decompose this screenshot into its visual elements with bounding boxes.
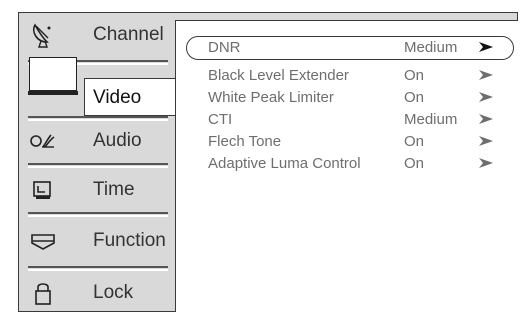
setting-name: White Peak Limiter [208,89,334,106]
setting-name: DNR [208,39,241,56]
setting-name: Flech Tone [208,133,282,150]
sidebar-item-video[interactable]: Video [84,78,180,116]
arrow-right-icon[interactable] [479,113,493,125]
video-settings-panel: DNR Medium Black Level Extender On White… [175,20,518,312]
divider [28,212,168,218]
setting-value[interactable]: Medium [404,111,457,128]
satellite-dish-icon [30,22,56,48]
arrow-right-icon[interactable] [479,69,493,81]
sidebar-item-time[interactable]: Time [18,171,175,209]
arrow-right-icon[interactable] [479,135,493,147]
setting-name: Adaptive Luma Control [208,155,361,172]
setting-value[interactable]: On [404,89,424,106]
setting-name: CTI [208,111,233,128]
sidebar-item-label: Function [93,230,166,251]
setting-value[interactable]: On [404,133,424,150]
sidebar-item-lock[interactable]: Lock [18,274,175,312]
sidebar-item-label: Channel [93,24,164,45]
sidebar-item-channel[interactable]: Channel [18,16,175,54]
setting-row[interactable]: White Peak Limiter On [176,89,519,107]
sidebar-item-audio[interactable]: Audio [18,122,175,160]
divider [28,266,168,272]
setting-value[interactable]: Medium [404,39,457,56]
setting-row[interactable]: CTI Medium [176,111,519,129]
function-icon [30,228,56,254]
sidebar-item-label: Video [93,87,142,108]
sidebar-item-label: Lock [93,282,134,303]
sidebar-item-function[interactable]: Function [18,222,175,260]
setting-row[interactable]: Black Level Extender On [176,67,519,85]
arrow-right-icon[interactable] [479,41,493,53]
sidebar-item-label: Audio [93,130,142,151]
setting-row[interactable]: Flech Tone On [176,133,519,151]
audio-icon [30,128,56,154]
setting-value[interactable]: On [404,155,424,172]
setting-row-dnr[interactable]: DNR Medium [176,36,519,60]
arrow-right-icon[interactable] [479,157,493,169]
sidebar: Channel Video Audio Time Function Lock [18,12,180,312]
tv-icon [28,57,78,95]
lock-icon [30,280,56,306]
setting-value[interactable]: On [404,67,424,84]
clock-icon [30,177,56,203]
divider [28,163,168,169]
sidebar-item-label: Time [93,179,135,200]
arrow-right-icon[interactable] [479,91,493,103]
setting-row[interactable]: Adaptive Luma Control On [176,155,519,173]
setting-name: Black Level Extender [208,67,349,84]
